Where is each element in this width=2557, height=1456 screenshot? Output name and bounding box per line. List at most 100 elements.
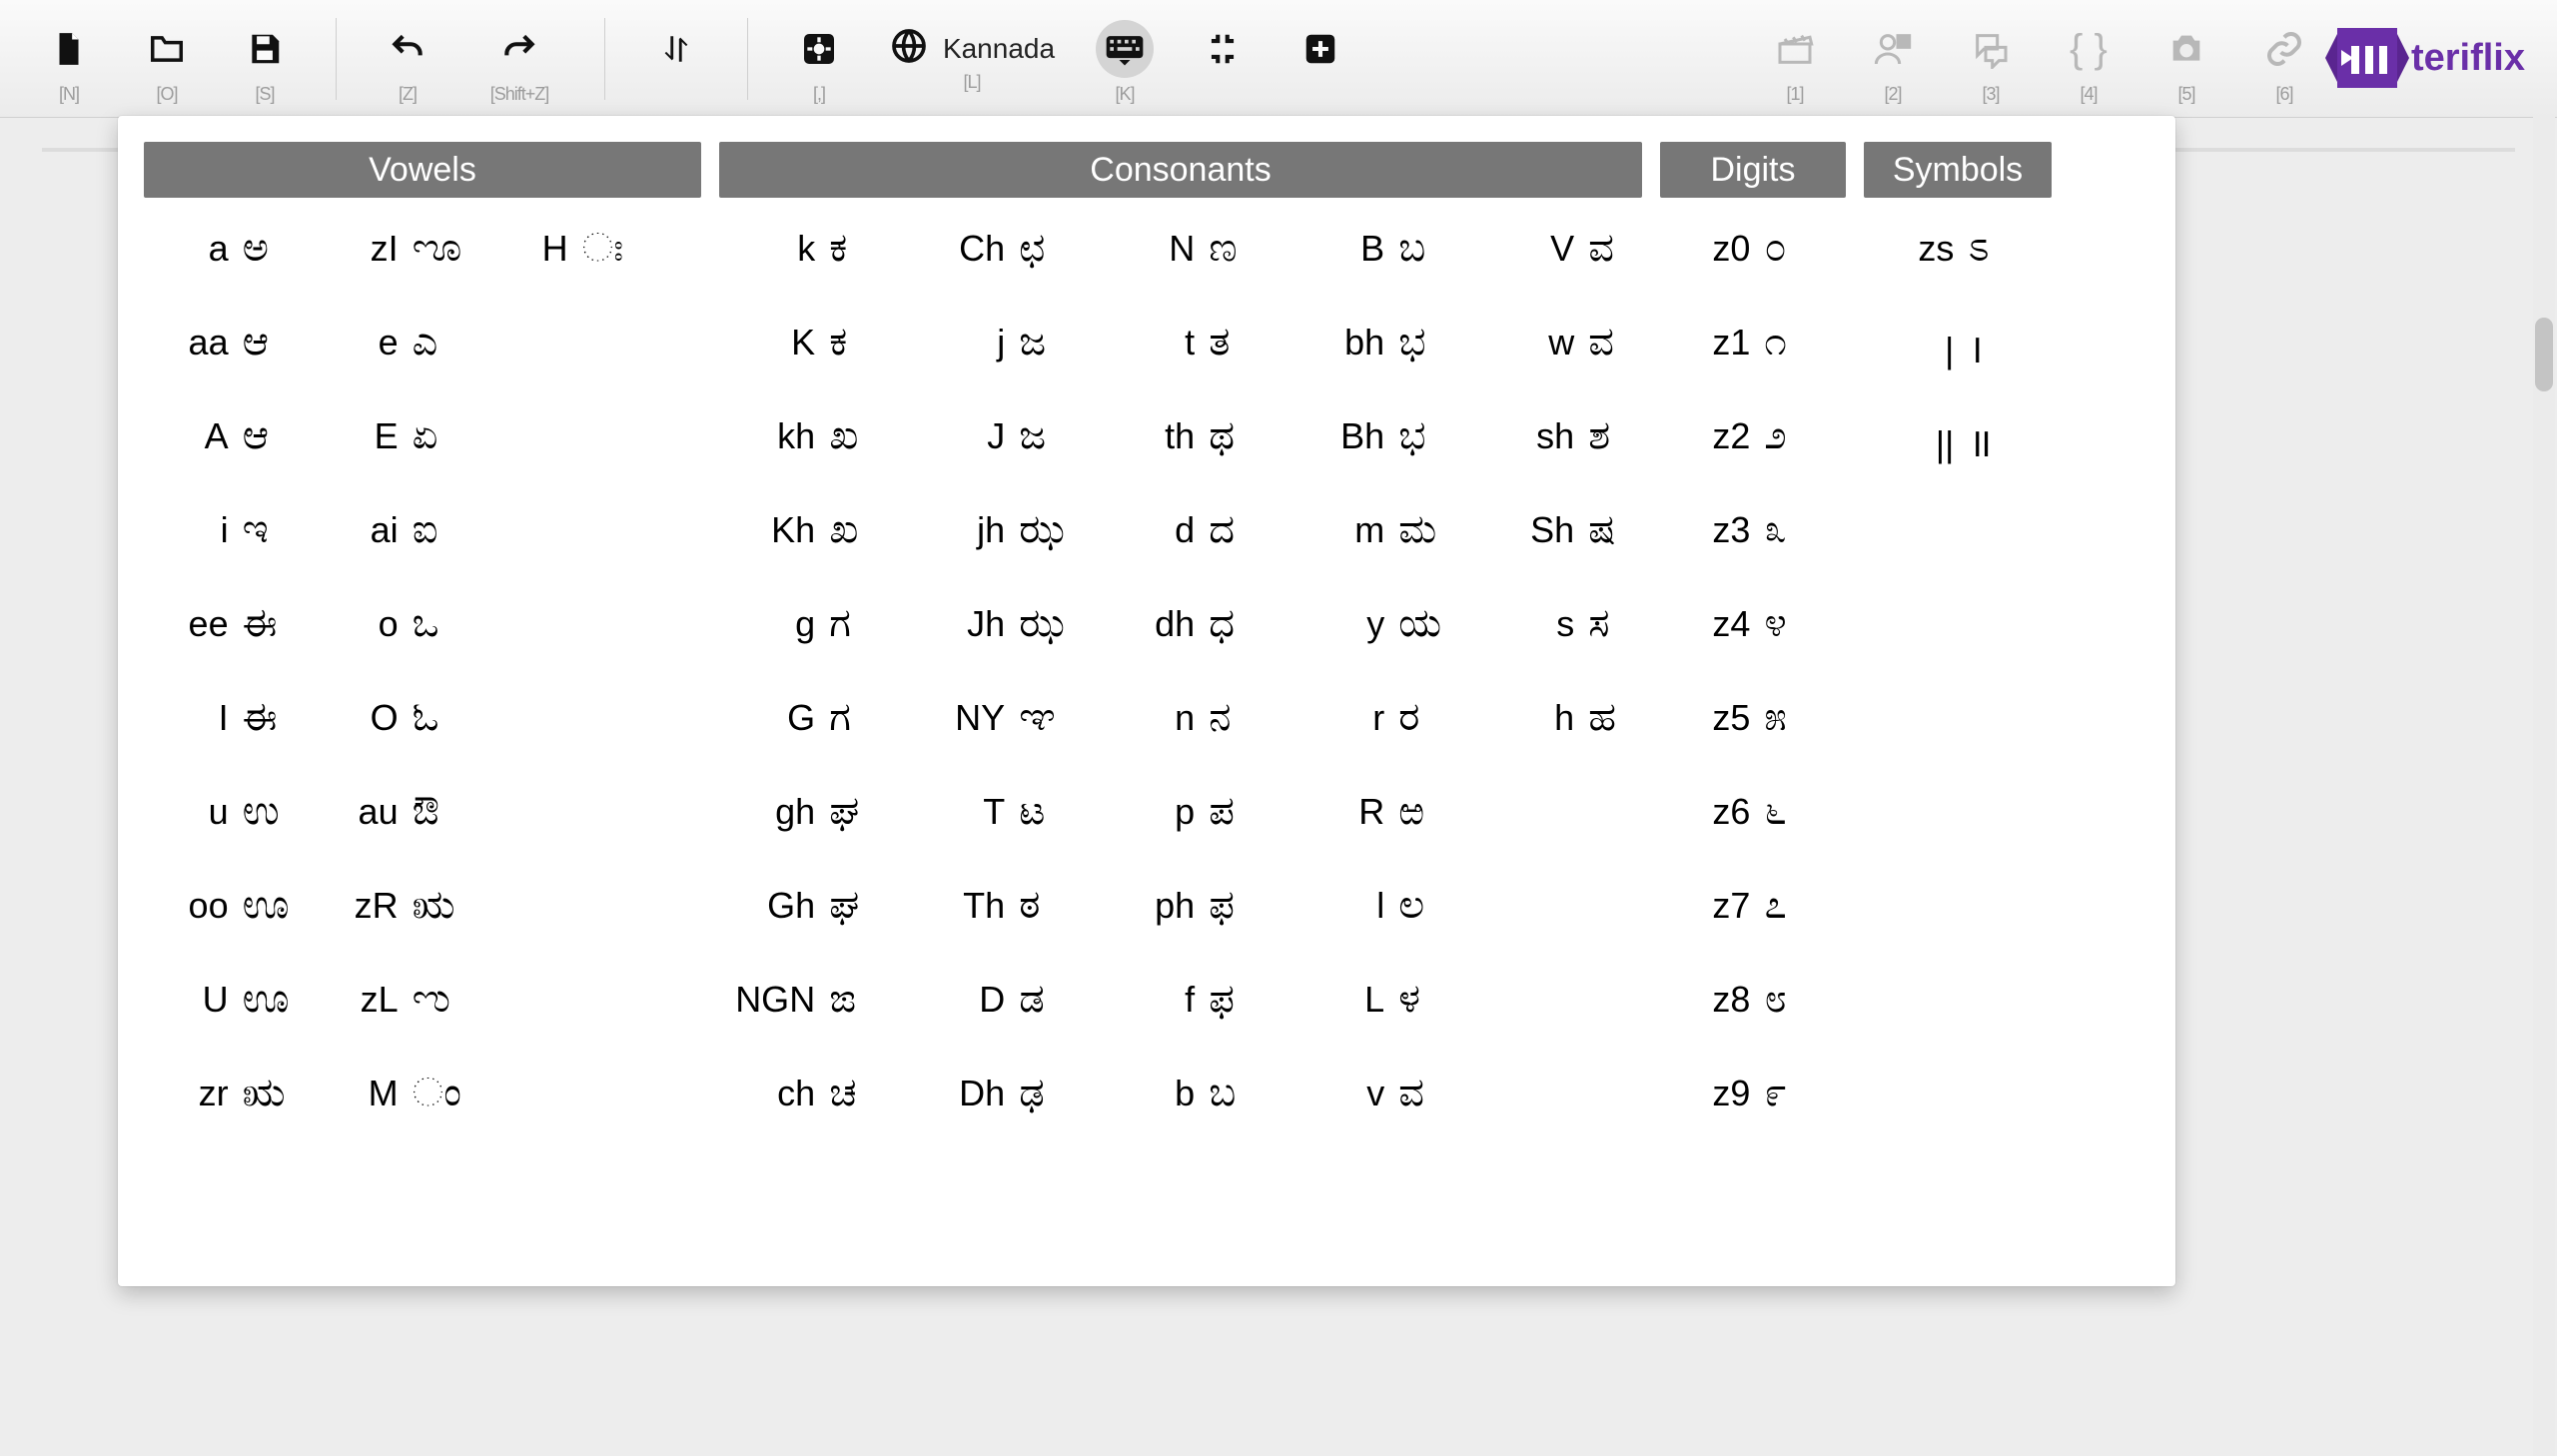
key-cell[interactable]: shಶ	[1478, 413, 1668, 457]
key-cell[interactable]: Tಟ	[909, 789, 1099, 833]
key-cell[interactable]: yಯ	[1288, 601, 1478, 645]
key-cell[interactable]: thಥ	[1099, 413, 1288, 457]
key-cell[interactable]: Jhಝ	[909, 601, 1099, 645]
key-cell[interactable]: Lಳ	[1288, 977, 1478, 1021]
key-cell[interactable]: Nಣ	[1099, 226, 1288, 270]
key-cell[interactable]: z3೩	[1660, 507, 1840, 551]
key-cell[interactable]: z9೯	[1660, 1071, 1840, 1114]
key-cell[interactable]: Chಛ	[909, 226, 1099, 270]
sort-button[interactable]	[631, 14, 721, 84]
key-cell[interactable]: |।	[1864, 320, 2044, 364]
key-cell[interactable]: phಫ	[1099, 883, 1288, 927]
key-cell[interactable]: aಅ	[144, 226, 314, 270]
scrollbar-thumb[interactable]	[2535, 318, 2553, 391]
key-cell[interactable]: nನ	[1099, 695, 1288, 739]
key-cell[interactable]: Jಜ	[909, 413, 1099, 457]
key-cell[interactable]	[483, 507, 653, 551]
key-cell[interactable]	[483, 977, 653, 1021]
key-cell[interactable]	[483, 1071, 653, 1114]
new-file-button[interactable]: [N]	[24, 14, 114, 105]
key-cell[interactable]: Mಂ	[314, 1071, 483, 1114]
key-cell[interactable]: auಔ	[314, 789, 483, 833]
key-cell[interactable]: Bhಭ	[1288, 413, 1478, 457]
key-cell[interactable]: gಗ	[719, 601, 909, 645]
key-cell[interactable]	[1478, 1071, 1668, 1114]
key-cell[interactable]: Vವ	[1478, 226, 1668, 270]
key-cell[interactable]: zIೡ	[314, 226, 483, 270]
key-cell[interactable]: Shಷ	[1478, 507, 1668, 551]
key-cell[interactable]: zLಌ	[314, 977, 483, 1021]
key-cell[interactable]: Rಱ	[1288, 789, 1478, 833]
key-cell[interactable]: z0೦	[1660, 226, 1840, 270]
key-cell[interactable]: Oಓ	[314, 695, 483, 739]
key-cell[interactable]: fಫ	[1099, 977, 1288, 1021]
key-cell[interactable]: Thಠ	[909, 883, 1099, 927]
language-button[interactable]: Kannada [L]	[872, 14, 1072, 93]
settings-button[interactable]: [,]	[774, 14, 864, 105]
open-button[interactable]: [O]	[122, 14, 212, 105]
key-cell[interactable]: jಜ	[909, 320, 1099, 364]
key-cell[interactable]: Iಈ	[144, 695, 314, 739]
key-cell[interactable]	[483, 413, 653, 457]
camera-button[interactable]: [5]	[2141, 14, 2231, 105]
key-cell[interactable]	[1478, 789, 1668, 833]
key-cell[interactable]	[1864, 977, 2044, 1021]
key-cell[interactable]: rರ	[1288, 695, 1478, 739]
key-cell[interactable]	[483, 883, 653, 927]
key-cell[interactable]: zRಋ	[314, 883, 483, 927]
key-cell[interactable]: z7೭	[1660, 883, 1840, 927]
key-cell[interactable]: mಮ	[1288, 507, 1478, 551]
key-cell[interactable]: eಎ	[314, 320, 483, 364]
key-cell[interactable]: z6೬	[1660, 789, 1840, 833]
key-cell[interactable]: vವ	[1288, 1071, 1478, 1114]
key-cell[interactable]	[483, 601, 653, 645]
key-cell[interactable]	[483, 695, 653, 739]
key-cell[interactable]: bhಭ	[1288, 320, 1478, 364]
key-cell[interactable]: wವ	[1478, 320, 1668, 364]
undo-button[interactable]: [Z]	[363, 14, 452, 105]
key-cell[interactable]: Dhಢ	[909, 1071, 1099, 1114]
key-cell[interactable]: hಹ	[1478, 695, 1668, 739]
key-cell[interactable]: pಪ	[1099, 789, 1288, 833]
key-cell[interactable]: kಕ	[719, 226, 909, 270]
redo-button[interactable]: [Shift+Z]	[460, 14, 578, 105]
key-cell[interactable]: khಖ	[719, 413, 909, 457]
link-button[interactable]: [6]	[2239, 14, 2329, 105]
scenes-button[interactable]: [1]	[1750, 14, 1840, 105]
cast-button[interactable]: [2]	[1848, 14, 1938, 105]
key-cell[interactable]	[483, 789, 653, 833]
key-cell[interactable]: Kಕ	[719, 320, 909, 364]
key-cell[interactable]: Dಡ	[909, 977, 1099, 1021]
key-cell[interactable]	[1864, 1071, 2044, 1114]
key-cell[interactable]: uಉ	[144, 789, 314, 833]
key-cell[interactable]: aaಆ	[144, 320, 314, 364]
keyboard-button[interactable]: [K]	[1080, 14, 1170, 105]
key-cell[interactable]: dhಧ	[1099, 601, 1288, 645]
key-cell[interactable]: z2೨	[1660, 413, 1840, 457]
key-cell[interactable]: sಸ	[1478, 601, 1668, 645]
key-cell[interactable]: lಲ	[1288, 883, 1478, 927]
brand-logo[interactable]: teriflix	[2337, 14, 2533, 88]
key-cell[interactable]: Bಬ	[1288, 226, 1478, 270]
key-cell[interactable]: z4೪	[1660, 601, 1840, 645]
key-cell[interactable]: dದ	[1099, 507, 1288, 551]
key-cell[interactable]: NYಞ	[909, 695, 1099, 739]
key-cell[interactable]: Hಃ	[483, 226, 653, 270]
key-cell[interactable]	[1864, 601, 2044, 645]
key-cell[interactable]: ghಘ	[719, 789, 909, 833]
key-cell[interactable]: aiಐ	[314, 507, 483, 551]
key-cell[interactable]	[1864, 789, 2044, 833]
key-cell[interactable]: Ghಘ	[719, 883, 909, 927]
key-cell[interactable]: z5೫	[1660, 695, 1840, 739]
key-cell[interactable]	[1478, 883, 1668, 927]
add-button[interactable]	[1276, 14, 1365, 84]
save-button[interactable]: [S]	[220, 14, 310, 105]
key-cell[interactable]: chಚ	[719, 1071, 909, 1114]
key-cell[interactable]: ooಊ	[144, 883, 314, 927]
key-cell[interactable]: eeಈ	[144, 601, 314, 645]
key-cell[interactable]	[1478, 977, 1668, 1021]
key-cell[interactable]: NGNಙ	[719, 977, 909, 1021]
key-cell[interactable]: Uಊ	[144, 977, 314, 1021]
braces-button[interactable]: { } [4]	[2044, 14, 2133, 105]
key-cell[interactable]: Eಏ	[314, 413, 483, 457]
